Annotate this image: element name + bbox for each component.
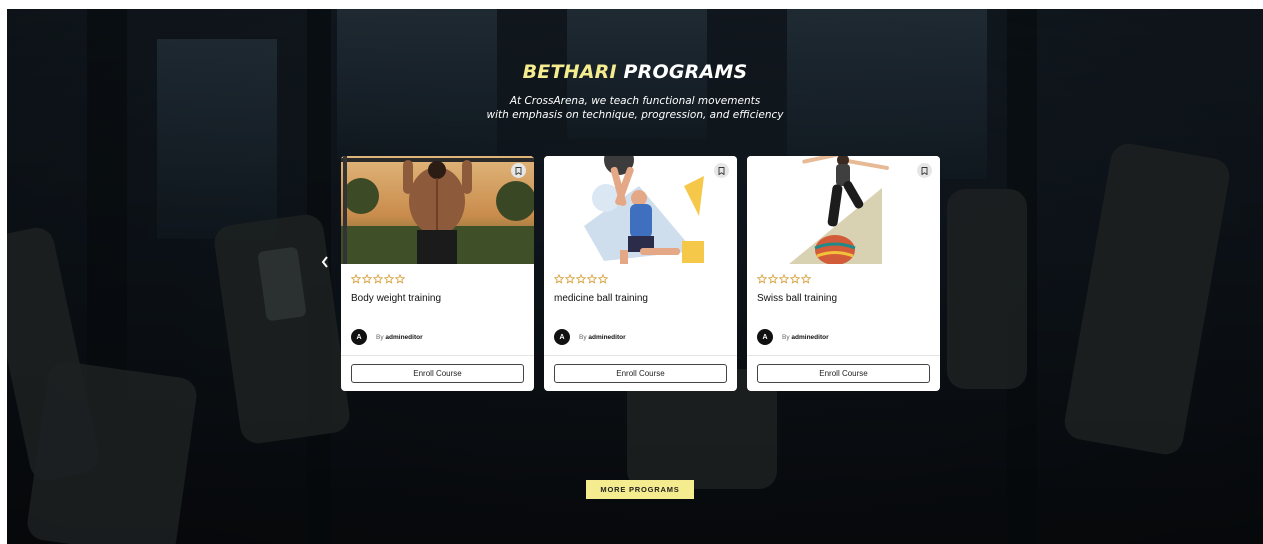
course-author: A By admineditor (351, 329, 423, 345)
man-pull-up-photo (341, 156, 534, 264)
subtitle-line: At CrossArena, we teach functional movem… (509, 95, 761, 107)
avatar: A (757, 329, 773, 345)
course-title[interactable]: Body weight training (351, 293, 441, 304)
course-image[interactable] (544, 156, 737, 264)
rating-stars (554, 274, 608, 284)
by-label: By (782, 333, 790, 341)
by-label: By (376, 333, 384, 341)
bookmark-icon[interactable] (714, 163, 729, 178)
star-outline-icon (801, 274, 811, 284)
author-name[interactable]: admineditor (791, 334, 828, 341)
course-card[interactable]: Swiss ball training A By admineditor Enr… (747, 156, 940, 391)
bookmark-icon[interactable] (917, 163, 932, 178)
course-card[interactable]: Body weight training A By admineditor En… (341, 156, 534, 391)
section-heading: BETHARI PROGRAMS (7, 61, 1263, 83)
star-outline-icon (362, 274, 372, 284)
bookmark-icon[interactable] (511, 163, 526, 178)
by-label: By (579, 333, 587, 341)
course-title[interactable]: medicine ball training (554, 293, 648, 304)
enroll-course-button[interactable]: Enroll Course (757, 364, 930, 383)
rating-stars (351, 274, 405, 284)
course-title[interactable]: Swiss ball training (757, 293, 837, 304)
star-outline-icon (768, 274, 778, 284)
star-outline-icon (587, 274, 597, 284)
star-outline-icon (757, 274, 767, 284)
author-byline: By admineditor (579, 334, 626, 341)
course-author: A By admineditor (554, 329, 626, 345)
card-divider (544, 355, 737, 356)
star-outline-icon (373, 274, 383, 284)
course-image[interactable] (341, 156, 534, 264)
star-outline-icon (384, 274, 394, 284)
chevron-left-icon[interactable] (320, 255, 330, 269)
author-byline: By admineditor (376, 334, 423, 341)
star-outline-icon (351, 274, 361, 284)
star-outline-icon (779, 274, 789, 284)
course-image[interactable] (747, 156, 940, 264)
author-name[interactable]: admineditor (588, 334, 625, 341)
author-name[interactable]: admineditor (385, 334, 422, 341)
star-outline-icon (576, 274, 586, 284)
subtitle-line: with emphasis on technique, progression,… (486, 108, 784, 121)
heading-accent: BETHARI (522, 61, 617, 83)
author-byline: By admineditor (782, 334, 829, 341)
course-card[interactable]: medicine ball training A By admineditor … (544, 156, 737, 391)
swiss-ball-illustration (747, 156, 940, 264)
enroll-course-button[interactable]: Enroll Course (351, 364, 524, 383)
rating-stars (757, 274, 811, 284)
star-outline-icon (790, 274, 800, 284)
star-outline-icon (565, 274, 575, 284)
medicine-ball-illustration (544, 156, 737, 264)
enroll-course-button[interactable]: Enroll Course (554, 364, 727, 383)
section-subtitle: At CrossArena, we teach functional movem… (7, 95, 1263, 122)
avatar: A (351, 329, 367, 345)
star-outline-icon (395, 274, 405, 284)
star-outline-icon (554, 274, 564, 284)
avatar: A (554, 329, 570, 345)
card-divider (341, 355, 534, 356)
more-programs-button[interactable]: MORE PROGRAMS (586, 480, 694, 499)
card-divider (747, 355, 940, 356)
programs-section: BETHARI PROGRAMS At CrossArena, we teach… (7, 9, 1263, 544)
course-author: A By admineditor (757, 329, 829, 345)
star-outline-icon (598, 274, 608, 284)
heading-rest: PROGRAMS (616, 61, 748, 83)
